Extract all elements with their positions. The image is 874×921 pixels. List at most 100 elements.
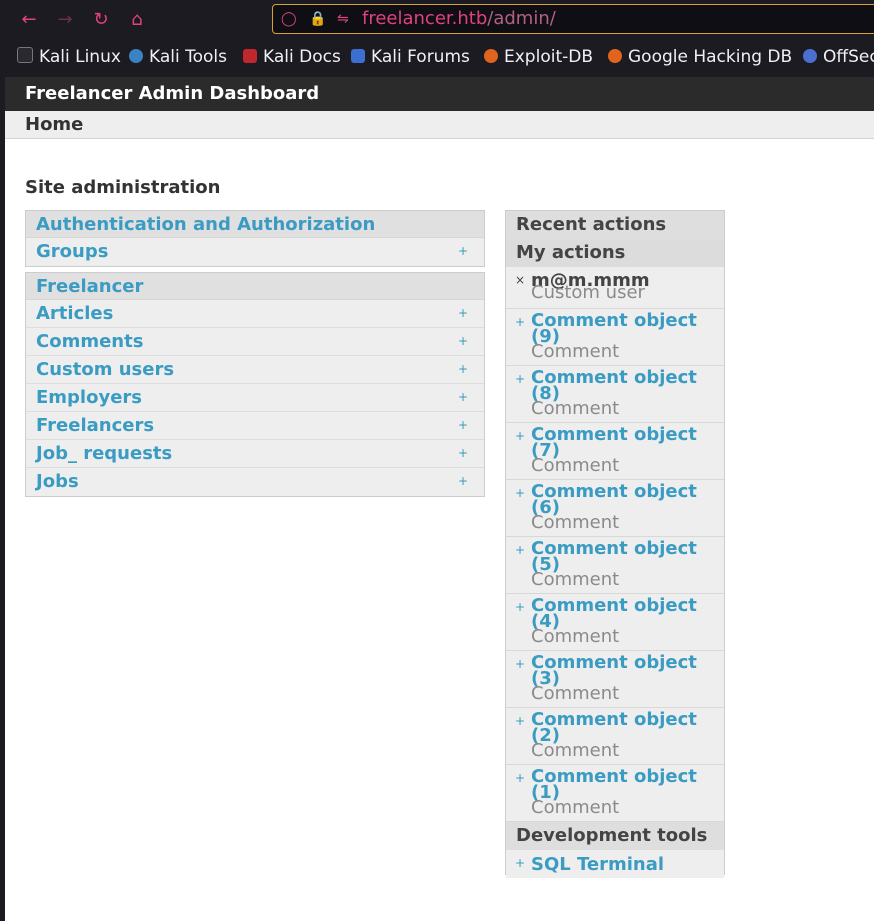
reload-icon[interactable]: ↻ [89,8,113,32]
bookmark-label: Kali Tools [149,47,227,67]
add-action-icon: + [515,657,526,671]
recent-actions-title: Recent actions [506,211,724,239]
model-link-custom-users[interactable]: Custom users [36,359,174,381]
model-row-articles: Articles + [26,300,484,328]
add-groups-button[interactable]: + [458,242,468,260]
bookmark-label: Google Hacking DB [628,47,793,67]
url-host: freelancer.htb [362,8,488,29]
model-row-employers: Employers + [26,384,484,412]
offsec-icon [803,49,817,63]
app-module-freelancer: Freelancer Articles + Comments + Custom … [25,272,485,497]
app-caption[interactable]: Freelancer [26,273,484,300]
kali-tools-icon [129,49,143,63]
action-item: + Comment object (2) Comment [506,708,724,765]
model-link-comments[interactable]: Comments [36,331,143,353]
add-employers-button[interactable]: + [458,388,468,406]
bookmark-kali-forums[interactable]: Kali Forums [351,46,470,68]
url-path: /admin/ [487,8,556,29]
action-item: + Comment object (3) Comment [506,651,724,708]
add-action-icon: + [515,543,526,557]
action-type: Comment [531,797,620,818]
bookmark-label: Exploit-DB [504,47,593,67]
my-actions-title: My actions [506,239,724,267]
back-arrow-icon[interactable]: ← [17,8,41,32]
add-action-icon: + [515,429,526,443]
url-text[interactable]: freelancer.htb/admin/ [362,9,556,29]
action-type: Comment [531,626,620,647]
bookmark-label: Kali Docs [263,47,341,67]
permissions-icon[interactable]: ⇋ [337,10,349,28]
model-row-comments: Comments + [26,328,484,356]
action-type: Comment [531,512,620,533]
add-action-icon: + [515,600,526,614]
site-header: Freelancer Admin Dashboard [5,77,874,111]
app-module-auth: Authentication and Authorization Groups … [25,210,485,267]
bookmark-kali-tools[interactable]: Kali Tools [129,46,227,68]
bookmark-offsec[interactable]: OffSec [803,46,874,68]
action-item: + Comment object (5) Comment [506,537,724,594]
action-type: Custom user [531,282,645,303]
sql-terminal-link[interactable]: SQL Terminal [531,855,716,875]
bookmark-ghdb[interactable]: Google Hacking DB [608,46,792,68]
add-comments-button[interactable]: + [458,332,468,350]
bookmark-label: OffSec [823,47,874,67]
add-action-icon: + [515,486,526,500]
forward-arrow-icon[interactable]: → [53,8,77,32]
model-row-groups: Groups + [26,238,484,266]
breadcrumb-home-link[interactable]: Home [25,114,83,136]
ghdb-icon [608,49,622,63]
model-row-job-requests: Job_ requests + [26,440,484,468]
add-job-requests-button[interactable]: + [458,444,468,462]
recent-actions-panel: Recent actions My actions × m@m.mmm Cust… [505,210,725,878]
page-title: Site administration [25,177,221,198]
shield-icon[interactable]: ◯ [281,10,297,28]
site-title[interactable]: Freelancer Admin Dashboard [25,83,319,105]
action-item: + Comment object (7) Comment [506,423,724,480]
action-item: + Comment object (4) Comment [506,594,724,651]
action-item: + Comment object (6) Comment [506,480,724,537]
add-action-icon: + [515,771,526,785]
model-link-employers[interactable]: Employers [36,387,142,409]
action-type: Comment [531,341,620,362]
dev-tool-row: + SQL Terminal [506,850,724,878]
add-articles-button[interactable]: + [458,304,468,322]
breadcrumb: Home [5,111,874,139]
action-item: + Comment object (8) Comment [506,366,724,423]
add-custom-users-button[interactable]: + [458,360,468,378]
action-type: Comment [531,569,620,590]
bookmark-label: Kali Linux [39,47,121,67]
action-item: + Comment object (9) Comment [506,309,724,366]
bookmark-label: Kali Forums [371,47,470,67]
model-row-custom-users: Custom users + [26,356,484,384]
model-row-jobs: Jobs + [26,468,484,496]
add-freelancers-button[interactable]: + [458,416,468,434]
window-edge [0,77,5,921]
home-icon[interactable]: ⌂ [125,8,149,32]
kali-forums-icon [351,49,365,63]
action-type: Comment [531,683,620,704]
delete-action-icon: × [515,273,526,287]
lock-icon[interactable]: 🔒 [309,10,326,28]
bookmark-kali-docs[interactable]: Kali Docs [243,46,341,68]
dev-tools-title: Development tools [506,822,724,850]
add-action-icon: + [515,372,526,386]
add-jobs-button[interactable]: + [458,472,468,490]
exploit-db-icon [484,49,498,63]
add-action-icon: + [515,856,526,870]
model-link-articles[interactable]: Articles [36,303,113,325]
action-type: Comment [531,740,620,761]
bookmark-kali-linux[interactable]: Kali Linux [17,46,121,68]
address-bar[interactable]: ◯ 🔒 ⇋ freelancer.htb/admin/ [272,4,874,34]
add-action-icon: + [515,315,526,329]
kali-docs-icon [243,49,257,63]
bookmark-exploit-db[interactable]: Exploit-DB [484,46,593,68]
model-link-groups[interactable]: Groups [36,241,108,263]
model-link-jobs[interactable]: Jobs [36,471,79,493]
model-link-job-requests[interactable]: Job_ requests [36,443,172,465]
model-link-freelancers[interactable]: Freelancers [36,415,154,437]
action-type: Comment [531,455,620,476]
bookmarks-toolbar: Kali Linux Kali Tools Kali Docs Kali For… [0,42,874,72]
action-item: + Comment object (1) Comment [506,765,724,822]
app-caption[interactable]: Authentication and Authorization [26,211,484,238]
model-row-freelancers: Freelancers + [26,412,484,440]
